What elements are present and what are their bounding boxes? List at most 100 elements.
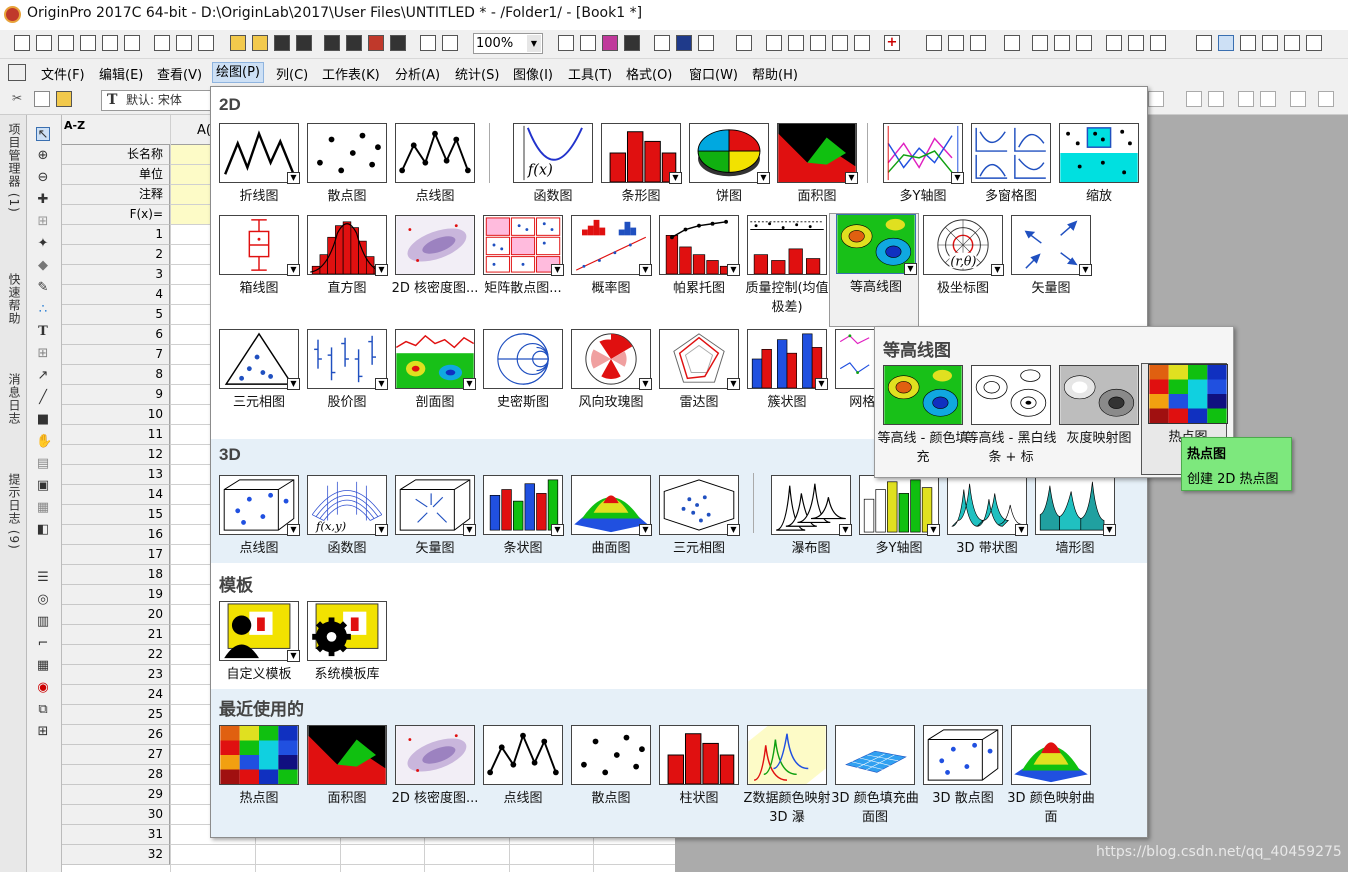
dropdown-arrow-icon[interactable]: ▼ — [287, 378, 300, 390]
set-column-icon[interactable] — [832, 35, 848, 51]
sort-icon[interactable] — [854, 35, 870, 51]
refresh-icon[interactable] — [580, 35, 596, 51]
import-single-icon[interactable] — [346, 35, 362, 51]
merge-icon[interactable] — [1186, 91, 1202, 107]
insert-object-icon[interactable]: ◧ — [36, 523, 50, 537]
region-icon[interactable]: ◆ — [36, 259, 50, 273]
dropdown-arrow-icon[interactable]: ▼ — [727, 524, 740, 536]
zoom-out-icon[interactable]: ⊖ — [36, 171, 50, 185]
recent-2d-kernel-density[interactable]: 2D 核密度图... — [389, 725, 478, 833]
menu-column[interactable]: 列(C) — [276, 64, 308, 83]
row-number[interactable]: 14 — [62, 485, 170, 505]
row-number[interactable]: 3 — [62, 265, 170, 285]
line-tool-icon[interactable]: ╱ — [36, 391, 50, 405]
error-column-icon[interactable] — [1262, 35, 1278, 51]
recent-heatmap[interactable]: 热点图 — [213, 725, 299, 833]
move-down-icon[interactable] — [1260, 91, 1276, 107]
label-column-icon[interactable] — [1284, 35, 1300, 51]
dropdown-arrow-icon[interactable]: ▼ — [639, 264, 652, 276]
dock-tab-messages-log[interactable]: 消息日志 — [3, 373, 23, 425]
dropdown-arrow-icon[interactable]: ▼ — [1103, 524, 1116, 536]
dropdown-arrow-icon[interactable]: ▼ — [375, 524, 388, 536]
font-select[interactable]: T 默认: 宋体 — [101, 90, 211, 111]
copy-tool-icon[interactable]: ⧉ — [36, 703, 50, 717]
sort-columns-icon[interactable] — [970, 35, 986, 51]
import-icon[interactable] — [324, 35, 340, 51]
new-graph-icon[interactable] — [80, 35, 96, 51]
row-number[interactable]: 5 — [62, 305, 170, 325]
row-number[interactable]: 24 — [62, 685, 170, 705]
import-wizard-icon[interactable] — [368, 35, 384, 51]
settings-icon[interactable] — [1318, 91, 1334, 107]
menu-file[interactable]: 文件(F) — [41, 64, 85, 83]
dropdown-arrow-icon[interactable]: ▼ — [669, 172, 682, 184]
menu-statistics[interactable]: 统计(S) — [455, 64, 499, 83]
plot-3d-scatter[interactable]: ▼ 点线图 — [213, 475, 300, 583]
pointer-icon[interactable]: ↖ — [36, 127, 50, 142]
plot-stock[interactable]: ▼ 股价图 — [301, 329, 388, 437]
dropdown-arrow-icon[interactable]: ▼ — [463, 524, 476, 536]
zoom-select[interactable]: 100% ▼ — [473, 33, 543, 54]
copy-icon[interactable] — [34, 91, 50, 107]
header-label-row[interactable]: 长名称 — [62, 145, 170, 165]
dropdown-arrow-icon[interactable]: ▼ — [839, 524, 852, 536]
new-matrix-icon[interactable] — [58, 35, 74, 51]
sigma-icon[interactable] — [926, 35, 942, 51]
select-all-corner[interactable]: A-Z — [64, 119, 85, 132]
print-icon[interactable] — [558, 35, 574, 51]
menu-window[interactable]: 窗口(W) — [689, 64, 738, 83]
unmerge-icon[interactable] — [1208, 91, 1224, 107]
menu-tools[interactable]: 工具(T) — [568, 64, 612, 83]
duplicate-icon[interactable] — [420, 35, 436, 51]
table-insert-icon[interactable]: ⊞ — [36, 725, 50, 739]
dropdown-arrow-icon[interactable]: ▼ — [287, 264, 300, 276]
column-chart3-icon[interactable] — [1076, 35, 1092, 51]
plot-2d-kernel-density[interactable]: 2D 核密度图... — [389, 215, 478, 323]
hand-tool-icon[interactable]: ✋ — [36, 435, 52, 449]
mask-icon[interactable]: ∴ — [36, 303, 50, 317]
open-icon[interactable] — [230, 35, 246, 51]
draw-data-icon[interactable]: ✎ — [36, 281, 50, 295]
row-number[interactable]: 2 — [62, 245, 170, 265]
find-icon[interactable] — [766, 35, 782, 51]
recent-column[interactable]: 柱状图 — [653, 725, 739, 833]
plot-polar[interactable]: (r,θ) ▼ 极坐标图 — [917, 215, 1004, 323]
new-function-icon[interactable] — [102, 35, 118, 51]
plot-contour[interactable]: ▼ 等高线图 — [829, 213, 919, 327]
command-window-icon[interactable] — [654, 35, 670, 51]
dropdown-arrow-icon[interactable]: ▼ — [287, 524, 300, 536]
align-icon[interactable] — [1148, 91, 1164, 107]
results-log-icon[interactable] — [624, 35, 640, 51]
row-number[interactable]: 7 — [62, 345, 170, 365]
table-row[interactable] — [170, 845, 675, 865]
dropdown-arrow-icon[interactable]: ▼ — [551, 264, 564, 276]
list-tool-icon[interactable]: ☰ — [36, 571, 50, 585]
plot-3d-ternary[interactable]: ▼ 三元相图 — [653, 475, 740, 583]
new-workbook-icon[interactable] — [36, 35, 52, 51]
header-label-row[interactable]: F(x)= — [62, 205, 170, 225]
row-number[interactable]: 19 — [62, 585, 170, 605]
flyout-contour-color-fill[interactable]: 等高线 - 颜色填充 — [877, 365, 968, 473]
stop-icon[interactable]: ◉ — [36, 681, 50, 695]
dock-tab-smart-hint-log[interactable]: 提示日志 (9) — [3, 473, 23, 550]
plot-profile[interactable]: ▼ 剖面图 — [389, 329, 476, 437]
dropdown-arrow-icon[interactable]: ▼ — [463, 378, 476, 390]
row-number[interactable]: 16 — [62, 525, 170, 545]
plot-3d-vector[interactable]: ▼ 矢量图 — [389, 475, 476, 583]
project-explorer-icon[interactable] — [698, 35, 714, 51]
dropdown-arrow-icon[interactable]: ▼ — [757, 172, 770, 184]
disregard-column-icon[interactable] — [1306, 35, 1322, 51]
dropdown-arrow-icon[interactable]: ▼ — [639, 378, 652, 390]
new-excel-icon[interactable] — [198, 35, 214, 51]
plot-3d-wall[interactable]: ▼ 墙形图 — [1029, 475, 1116, 583]
dropdown-arrow-icon[interactable]: ▼ — [375, 264, 388, 276]
dropdown-arrow-icon[interactable]: ▼ — [639, 524, 652, 536]
plot-3d-ribbon[interactable]: ▼ 3D 带状图 — [941, 475, 1028, 583]
paste-icon[interactable] — [56, 91, 72, 107]
menu-format[interactable]: 格式(O) — [626, 64, 672, 83]
plot-smith-chart[interactable]: 史密斯图 — [477, 329, 563, 437]
zoom-in-icon[interactable]: ⊕ — [36, 149, 50, 163]
row-number[interactable]: 23 — [62, 665, 170, 685]
recent-scatter[interactable]: 散点图 — [565, 725, 651, 833]
set-values-icon[interactable] — [810, 35, 826, 51]
